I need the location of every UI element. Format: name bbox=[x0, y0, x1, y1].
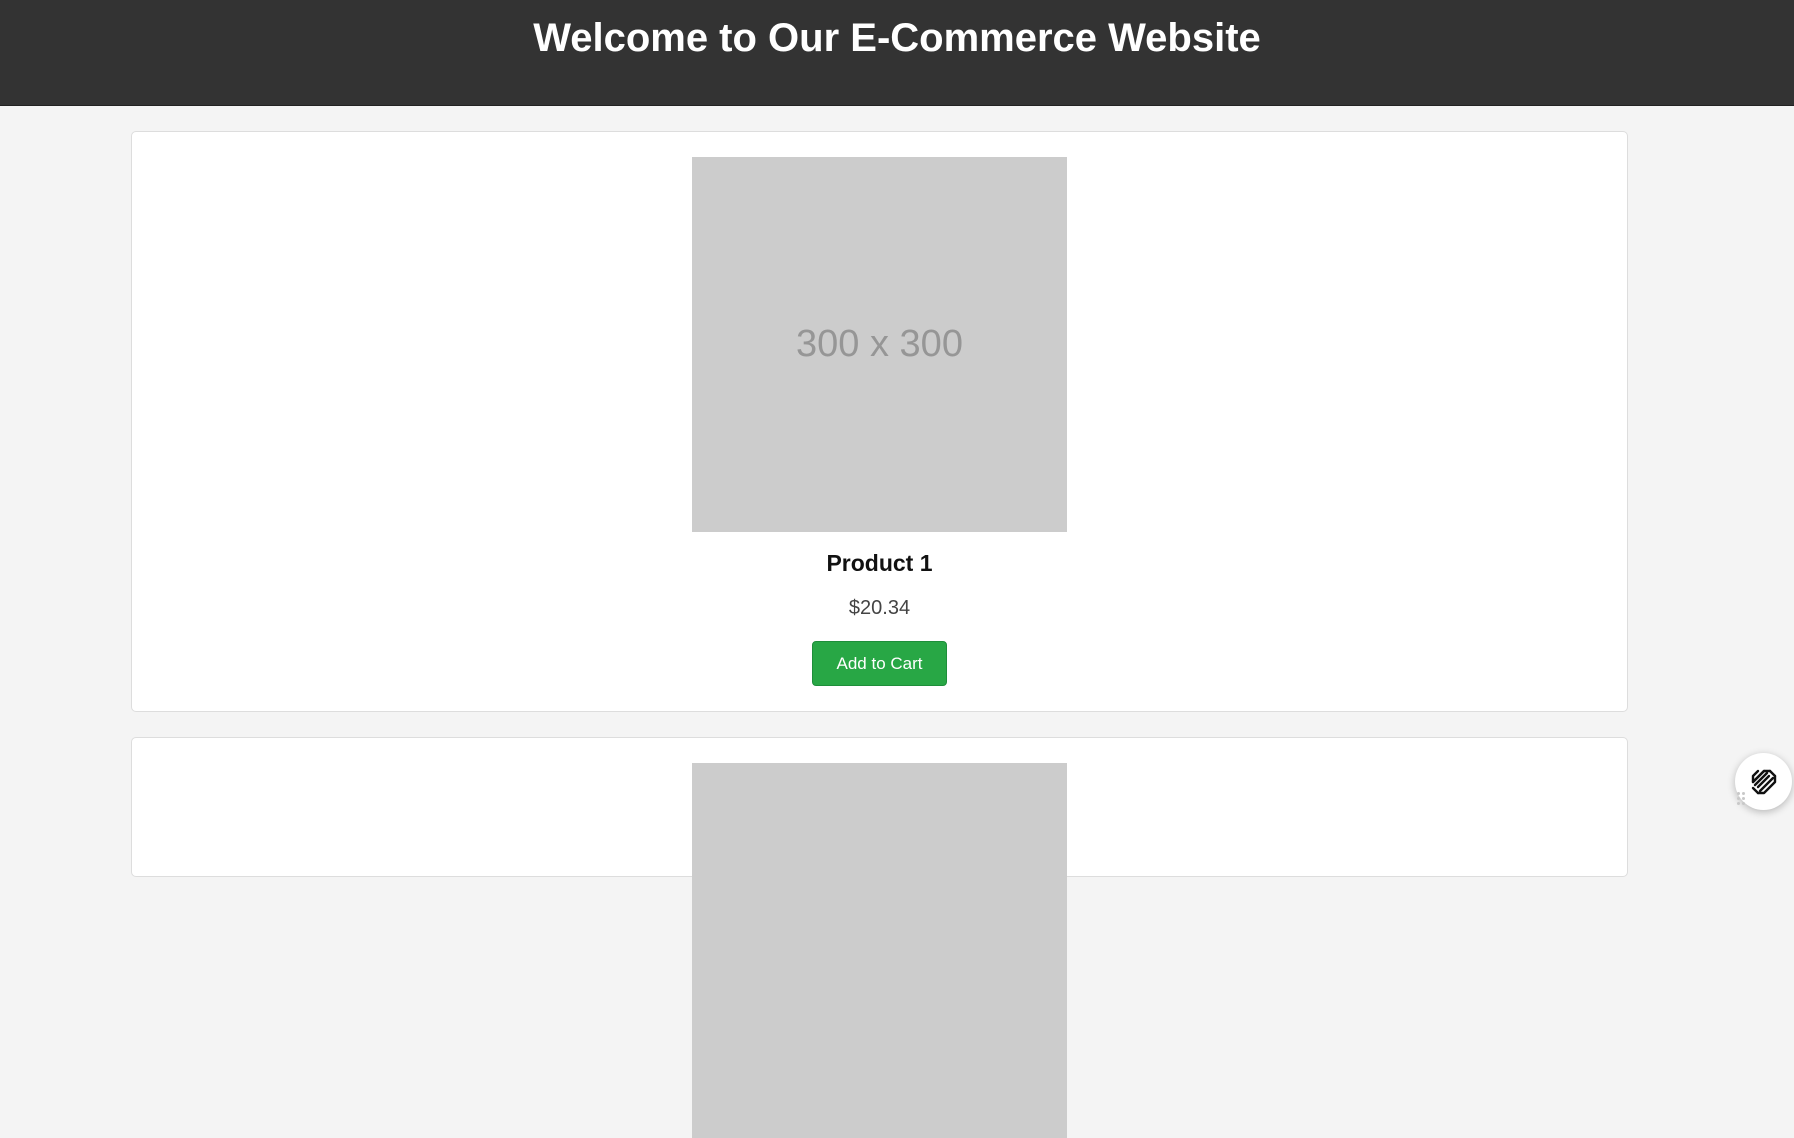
product-card bbox=[131, 737, 1628, 1138]
product-image: 300 x 300 bbox=[692, 157, 1067, 532]
product-image bbox=[692, 763, 1067, 1138]
widget-drag-handle[interactable] bbox=[1737, 792, 1745, 805]
page-title: Welcome to Our E-Commerce Website bbox=[533, 16, 1261, 60]
add-to-cart-button[interactable]: Add to Cart bbox=[812, 641, 947, 686]
product-price: $20.34 bbox=[848, 597, 911, 619]
site-header: Welcome to Our E-Commerce Website bbox=[0, 0, 1794, 106]
image-placeholder-label: 300 x 300 bbox=[796, 323, 963, 365]
product-name: Product 1 bbox=[826, 550, 933, 576]
product-card: 300 x 300 Product 1 $20.34 Add to Cart bbox=[131, 131, 1628, 712]
assistant-logo-icon bbox=[1751, 769, 1776, 794]
